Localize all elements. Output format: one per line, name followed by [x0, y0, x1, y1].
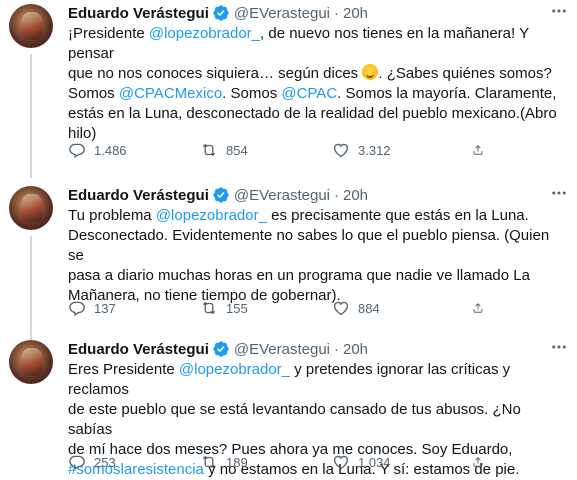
share-icon — [473, 303, 483, 313]
author-name[interactable]: Eduardo Verástegui — [68, 5, 209, 22]
reply-count: 253 — [94, 454, 116, 470]
retweet-icon — [202, 143, 216, 157]
share-button[interactable] — [472, 299, 492, 317]
author-handle[interactable]: @EVerastegui — [234, 5, 330, 22]
like-count: 1.034 — [358, 454, 391, 470]
reply-icon — [69, 301, 85, 316]
retweet-button[interactable]: 854 — [200, 141, 332, 159]
tweet-header: Eduardo Verástegui @EVerastegui · 20h — [68, 3, 368, 23]
mention-link[interactable]: @lopezobrador_ — [149, 25, 260, 42]
retweet-button[interactable]: 155 — [200, 299, 332, 317]
thread-connector — [30, 54, 32, 178]
tweet-text-segment: ¡Presidente — [68, 25, 149, 42]
avatar[interactable] — [9, 4, 53, 48]
more-icon[interactable] — [549, 184, 569, 204]
tweet[interactable]: Eduardo Verástegui @EVerastegui · 20h Tu… — [0, 182, 577, 340]
verified-badge-icon — [213, 341, 229, 357]
more-icon[interactable] — [549, 338, 569, 358]
reply-button[interactable]: 1.486 — [68, 141, 200, 159]
tweet-thread: Eduardo Verástegui @EVerastegui · 20h ¡P… — [0, 0, 577, 478]
like-count: 884 — [358, 300, 380, 316]
tweet-actions: 137 155 884 — [68, 298, 498, 318]
retweet-count: 854 — [226, 142, 248, 158]
separator: · — [334, 186, 339, 204]
tweet-text-segment: . Somos — [222, 85, 282, 102]
like-count: 3.312 — [358, 142, 391, 158]
tweet-text: ¡Presidente @lopezobrador_, de nuevo nos… — [68, 24, 568, 144]
tweet-text-segment: Eres Presidente — [68, 361, 179, 378]
share-icon — [473, 457, 483, 467]
retweet-icon — [202, 301, 216, 315]
tweet-text-segment: Tu problema — [68, 207, 156, 224]
tweet-header: Eduardo Verástegui @EVerastegui · 20h — [68, 185, 368, 205]
reply-button[interactable]: 253 — [68, 453, 200, 471]
heart-icon — [333, 301, 349, 316]
tweet[interactable]: Eduardo Verástegui @EVerastegui · 20h ¡P… — [0, 0, 577, 178]
author-handle[interactable]: @EVerastegui — [234, 187, 330, 204]
tweet[interactable]: Eduardo Verástegui @EVerastegui · 20h Er… — [0, 336, 577, 478]
avatar[interactable] — [9, 186, 53, 230]
reply-icon — [69, 455, 85, 470]
reply-button[interactable]: 137 — [68, 299, 200, 317]
separator: · — [334, 4, 339, 22]
avatar[interactable] — [9, 340, 53, 384]
share-icon — [473, 145, 483, 155]
retweet-count: 155 — [226, 300, 248, 316]
timestamp[interactable]: 20h — [343, 187, 368, 204]
retweet-icon — [202, 455, 216, 469]
sweat-smile-emoji-icon — [362, 64, 379, 80]
like-button[interactable]: 884 — [332, 299, 472, 317]
reply-count: 1.486 — [94, 142, 127, 158]
mention-link[interactable]: @lopezobrador_ — [156, 207, 267, 224]
separator: · — [334, 340, 339, 358]
tweet-text: Tu problema @lopezobrador_ es precisamen… — [68, 206, 568, 306]
retweet-count: 189 — [226, 454, 248, 470]
share-button[interactable] — [472, 141, 492, 159]
tweet-actions: 253 189 1.034 — [68, 452, 498, 472]
tweet-actions: 1.486 854 3.312 — [68, 140, 498, 160]
verified-badge-icon — [213, 5, 229, 21]
author-handle[interactable]: @EVerastegui — [234, 341, 330, 358]
mention-link[interactable]: @lopezobrador_ — [179, 361, 290, 378]
retweet-button[interactable]: 189 — [200, 453, 332, 471]
verified-badge-icon — [213, 187, 229, 203]
like-button[interactable]: 3.312 — [332, 141, 472, 159]
reply-count: 137 — [94, 300, 116, 316]
heart-icon — [333, 143, 349, 158]
timestamp[interactable]: 20h — [343, 341, 368, 358]
thread-connector — [30, 236, 32, 340]
mention-link[interactable]: @CPAC — [281, 85, 337, 102]
heart-icon — [333, 455, 349, 470]
more-icon[interactable] — [549, 2, 569, 22]
like-button[interactable]: 1.034 — [332, 453, 472, 471]
mention-link[interactable]: @CPACMexico — [119, 85, 222, 102]
share-button[interactable] — [472, 453, 492, 471]
tweet-header: Eduardo Verástegui @EVerastegui · 20h — [68, 339, 368, 359]
author-name[interactable]: Eduardo Verástegui — [68, 187, 209, 204]
timestamp[interactable]: 20h — [343, 5, 368, 22]
author-name[interactable]: Eduardo Verástegui — [68, 341, 209, 358]
reply-icon — [69, 143, 85, 158]
